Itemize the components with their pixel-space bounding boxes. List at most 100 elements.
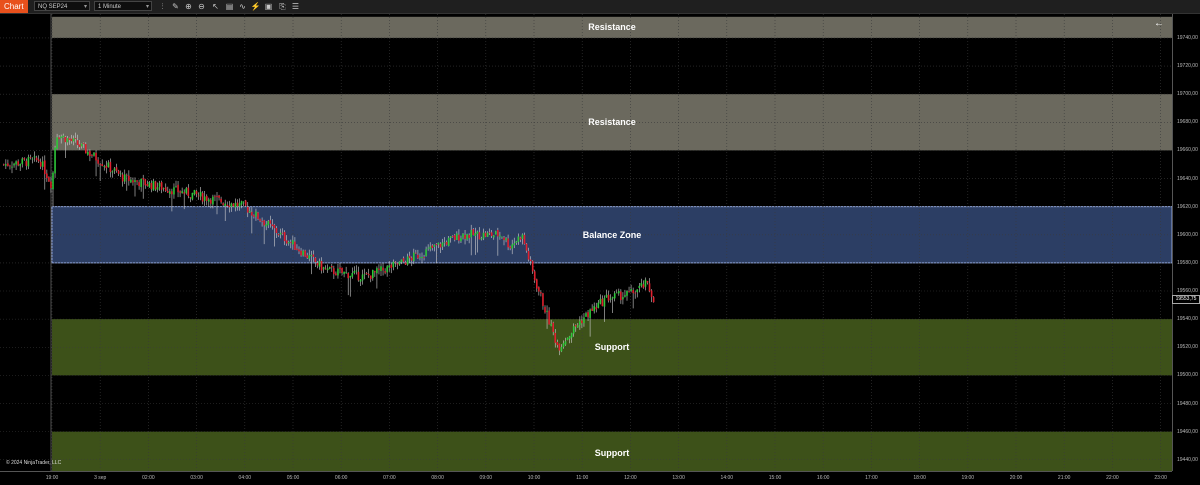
candle-body <box>91 155 93 156</box>
chevron-down-icon: ▾ <box>145 4 149 10</box>
candle-body <box>345 272 347 274</box>
indicators-icon[interactable]: ∿ <box>237 1 248 12</box>
candle-body <box>406 256 409 265</box>
candle-body <box>652 297 655 303</box>
candle-body <box>107 162 110 168</box>
candle-body <box>347 273 349 279</box>
candle-body <box>50 181 52 189</box>
candle-body <box>335 273 337 276</box>
candle-body <box>214 196 216 198</box>
x-tick-label: 17:00 <box>865 475 878 481</box>
x-tick-label: 02:00 <box>142 475 155 481</box>
candle-body <box>640 283 643 286</box>
zoom-in-icon[interactable]: ⊕ <box>183 1 194 12</box>
candle-body <box>134 180 136 182</box>
candle-body <box>509 246 511 249</box>
y-tick-label: 19560,00 <box>1177 288 1198 294</box>
candle-body <box>255 211 257 217</box>
candle-body <box>99 164 101 165</box>
candle-body <box>138 182 140 187</box>
candle-body <box>111 171 114 173</box>
x-tick-label: 10:00 <box>527 475 541 481</box>
candle-body <box>152 180 155 191</box>
candle-body <box>566 337 569 341</box>
candle-body <box>37 159 40 162</box>
candle-body <box>132 180 134 183</box>
candle-body <box>361 274 364 281</box>
chart-panel[interactable] <box>0 14 1172 471</box>
candle-body <box>113 168 116 171</box>
candle-body <box>169 191 171 194</box>
candle-body <box>417 254 419 259</box>
candle-body <box>290 242 292 244</box>
candle-body <box>304 250 306 257</box>
x-tick-label: 20:00 <box>1009 475 1023 481</box>
time-axis[interactable]: 19:00 3 sep 02:00 03:00 04:00 05:00 06:00 07:00… <box>0 471 1172 485</box>
x-tick-label: 08:00 <box>431 475 444 481</box>
draw-tools-icon[interactable]: ✎ <box>170 1 181 12</box>
candle-body <box>548 310 550 325</box>
candle-body <box>189 197 192 198</box>
y-tick-label: 19500,00 <box>1177 372 1198 379</box>
candle-body <box>52 172 54 190</box>
candle-body <box>615 292 618 294</box>
candle-body <box>538 287 540 292</box>
chevron-down-icon: ▾ <box>83 4 87 10</box>
x-tick-label: 19:00 <box>961 475 975 481</box>
candle-body <box>261 221 263 222</box>
x-tick-label: 12:00 <box>624 475 637 481</box>
candle-body <box>3 164 5 166</box>
candle-body <box>246 206 249 213</box>
properties-icon[interactable]: ▤ <box>224 1 235 12</box>
candle-body <box>445 241 448 245</box>
candle-body <box>398 261 401 265</box>
bar-type-icon[interactable]: ⫶ <box>157 1 168 12</box>
chart-tab[interactable]: Chart <box>0 0 28 13</box>
candle-body <box>531 260 534 272</box>
x-tick-label: 05:00 <box>286 475 300 481</box>
candle-body <box>630 289 632 291</box>
candle-body <box>60 136 62 139</box>
candle-body <box>314 257 317 263</box>
y-tick-label: 19740,00 <box>1177 34 1198 41</box>
zoom-out-icon[interactable]: ⊖ <box>196 1 207 12</box>
candle-body <box>68 138 71 140</box>
candle-body <box>267 220 270 226</box>
candle-body <box>433 244 436 247</box>
y-tick-label: 19460,00 <box>1177 428 1198 435</box>
candle-body <box>87 151 89 155</box>
candle-body <box>613 293 616 299</box>
candle-body <box>25 160 28 166</box>
interval-selector[interactable]: 1 Minute ▾ <box>94 1 152 11</box>
chart-trader-icon[interactable]: ⎘ <box>277 1 288 12</box>
candle-body <box>415 252 417 254</box>
candle-body <box>119 173 122 175</box>
templates-icon[interactable]: ↖ <box>210 1 221 12</box>
candle-body <box>581 320 583 324</box>
candle-body <box>644 279 647 287</box>
candle-body <box>550 323 552 326</box>
strategies-icon[interactable]: ⚡ <box>250 1 261 12</box>
data-box-icon[interactable]: ▣ <box>263 1 274 12</box>
candle-body <box>441 242 444 247</box>
chart-canvas[interactable] <box>0 14 1172 471</box>
candle-body <box>511 244 513 249</box>
price-axis[interactable]: 19740,00 19720,00 19700,00 19680,00 19660,00… <box>1172 14 1200 471</box>
y-tick-label: 19440,00 <box>1177 456 1198 463</box>
back-arrow-icon[interactable]: ← <box>1154 18 1164 29</box>
candle-body <box>29 157 32 159</box>
candle-body <box>431 245 434 249</box>
candle-body <box>205 195 208 201</box>
candle-body <box>285 240 288 244</box>
candle-body <box>302 250 304 256</box>
share-icon[interactable]: ☰ <box>290 1 301 12</box>
instrument-selector[interactable]: NQ SEP24 ▾ <box>34 1 90 11</box>
x-tick-label: 14:00 <box>720 475 734 481</box>
candle-body <box>400 259 403 263</box>
candle-body <box>257 212 259 220</box>
candle-body <box>263 220 265 226</box>
candle-body <box>300 250 302 256</box>
candle-body <box>603 297 606 307</box>
interval-label: 1 Minute <box>98 4 122 10</box>
candle-body <box>624 295 626 297</box>
